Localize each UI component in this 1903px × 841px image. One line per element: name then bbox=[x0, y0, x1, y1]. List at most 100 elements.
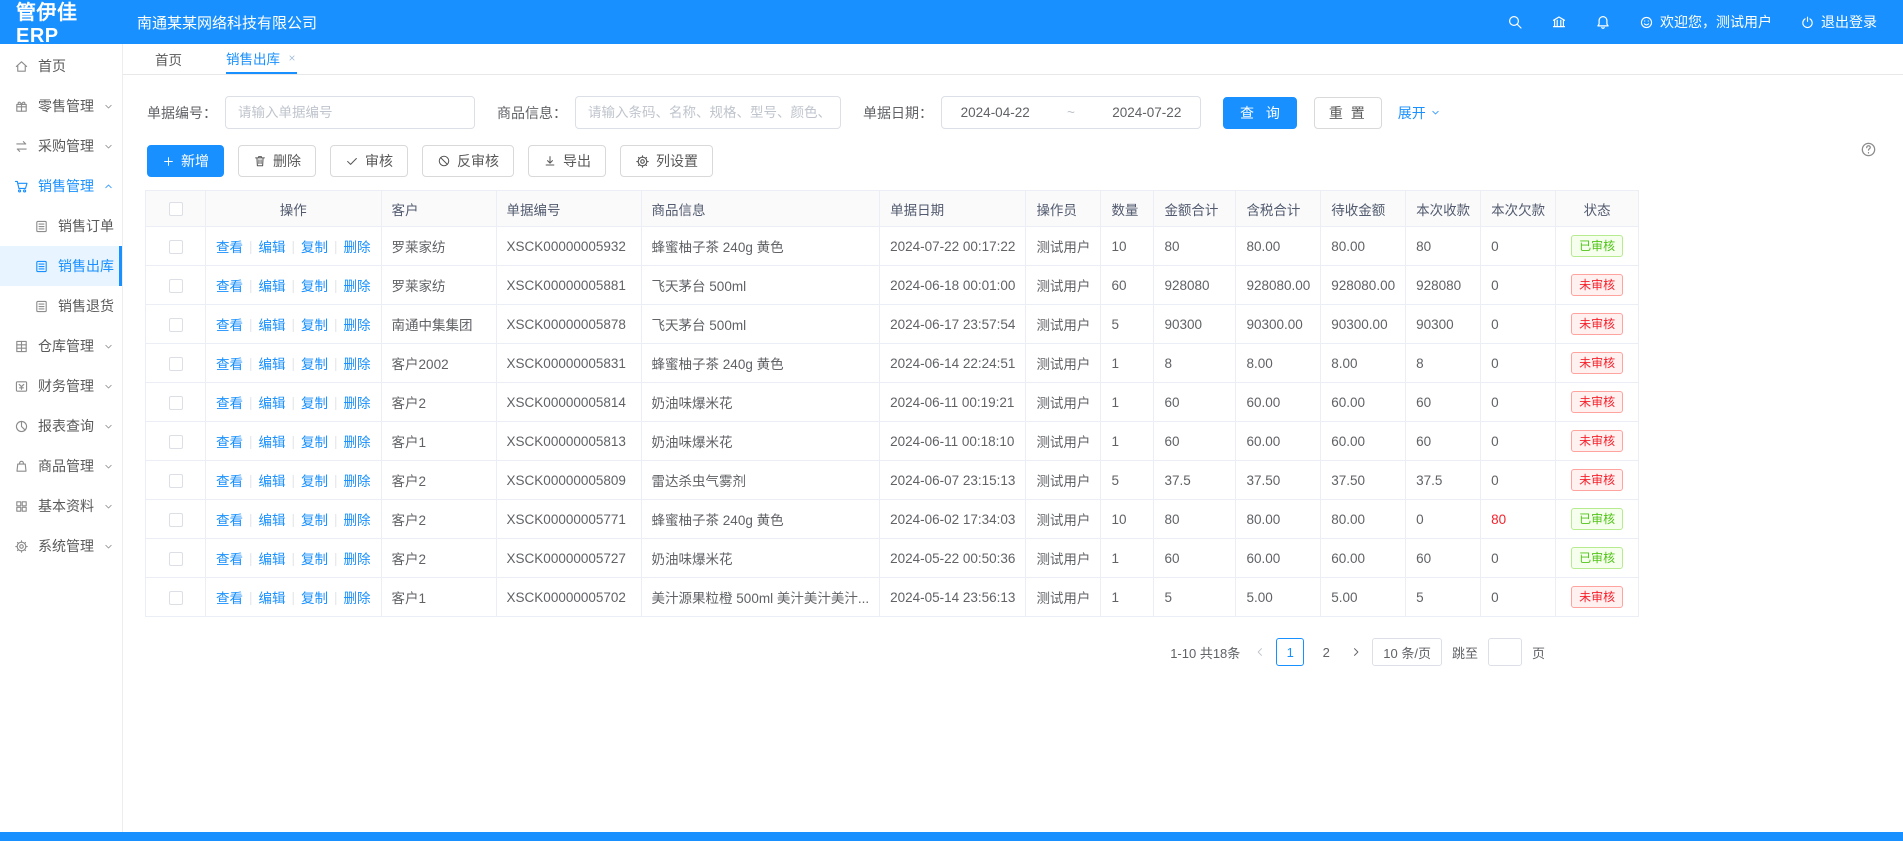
date-end[interactable]: 2024-07-22 bbox=[1112, 105, 1181, 120]
bank-icon[interactable] bbox=[1551, 14, 1567, 30]
sidebar-item-basic[interactable]: 基本资料 bbox=[0, 486, 122, 526]
sidebar-item-sales-return[interactable]: 销售退货 bbox=[0, 286, 122, 326]
sidebar-item-sales[interactable]: 销售管理 bbox=[0, 166, 122, 206]
view-link[interactable]: 查看 bbox=[210, 509, 249, 529]
row-checkbox[interactable] bbox=[169, 396, 183, 410]
page-size-select[interactable]: 10 条/页 bbox=[1372, 638, 1442, 666]
welcome-user[interactable]: 欢迎您，测试用户 bbox=[1639, 12, 1772, 32]
sidebar-item-home[interactable]: 首页 bbox=[0, 46, 122, 86]
search-icon[interactable] bbox=[1507, 14, 1523, 30]
view-link[interactable]: 查看 bbox=[210, 353, 249, 373]
view-link[interactable]: 查看 bbox=[210, 431, 249, 451]
view-link[interactable]: 查看 bbox=[210, 548, 249, 568]
edit-link[interactable]: 编辑 bbox=[253, 431, 292, 451]
date-start[interactable]: 2024-04-22 bbox=[961, 105, 1030, 120]
export-button[interactable]: 导出 bbox=[528, 145, 606, 177]
copy-link[interactable]: 复制 bbox=[295, 353, 334, 373]
close-icon[interactable] bbox=[287, 53, 297, 63]
unaudit-button[interactable]: 反审核 bbox=[422, 145, 514, 177]
sidebar-item-purchase[interactable]: 采购管理 bbox=[0, 126, 122, 166]
row-checkbox[interactable] bbox=[169, 552, 183, 566]
view-link[interactable]: 查看 bbox=[210, 587, 249, 607]
sidebar-item-label: 基本资料 bbox=[38, 496, 94, 516]
row-select-cell bbox=[146, 266, 206, 305]
view-link[interactable]: 查看 bbox=[210, 470, 249, 490]
delete-button[interactable]: 删除 bbox=[238, 145, 316, 177]
edit-link[interactable]: 编辑 bbox=[253, 275, 292, 295]
next-page-icon[interactable] bbox=[1350, 646, 1362, 658]
jump-page-input[interactable] bbox=[1488, 638, 1522, 666]
sidebar-item-report[interactable]: 报表查询 bbox=[0, 406, 122, 446]
copy-link[interactable]: 复制 bbox=[295, 392, 334, 412]
delete-link[interactable]: 删除 bbox=[338, 314, 377, 334]
sidebar-item-system[interactable]: 系统管理 bbox=[0, 526, 122, 566]
sidebar-item-retail[interactable]: 零售管理 bbox=[0, 86, 122, 126]
row-checkbox[interactable] bbox=[169, 591, 183, 605]
copy-link[interactable]: 复制 bbox=[295, 431, 334, 451]
edit-link[interactable]: 编辑 bbox=[253, 509, 292, 529]
delete-link[interactable]: 删除 bbox=[338, 548, 377, 568]
help-icon[interactable] bbox=[1860, 141, 1877, 158]
row-checkbox[interactable] bbox=[169, 474, 183, 488]
view-link[interactable]: 查看 bbox=[210, 392, 249, 412]
tab-home[interactable]: 首页 bbox=[155, 44, 182, 74]
date-range-picker[interactable]: 2024-04-22 ~ 2024-07-22 bbox=[941, 96, 1201, 129]
view-link[interactable]: 查看 bbox=[210, 275, 249, 295]
bell-icon[interactable] bbox=[1595, 14, 1611, 30]
query-button[interactable]: 查 询 bbox=[1223, 97, 1297, 129]
add-button[interactable]: 新增 bbox=[147, 145, 224, 177]
debt-cell: 0 bbox=[1481, 461, 1556, 500]
columns-button[interactable]: 列设置 bbox=[620, 145, 713, 177]
tab-sales-outbound[interactable]: 销售出库 bbox=[226, 44, 297, 74]
view-link[interactable]: 查看 bbox=[210, 236, 249, 256]
row-checkbox[interactable] bbox=[169, 435, 183, 449]
copy-link[interactable]: 复制 bbox=[295, 548, 334, 568]
copy-link[interactable]: 复制 bbox=[295, 236, 334, 256]
edit-link[interactable]: 编辑 bbox=[253, 587, 292, 607]
bill-no-input[interactable] bbox=[225, 96, 475, 129]
view-link[interactable]: 查看 bbox=[210, 314, 249, 334]
delete-link[interactable]: 删除 bbox=[338, 392, 377, 412]
edit-link[interactable]: 编辑 bbox=[253, 314, 292, 334]
row-checkbox[interactable] bbox=[169, 357, 183, 371]
delete-link[interactable]: 删除 bbox=[338, 470, 377, 490]
sidebar-item-product[interactable]: 商品管理 bbox=[0, 446, 122, 486]
row-checkbox[interactable] bbox=[169, 279, 183, 293]
expand-toggle[interactable]: 展开 bbox=[1398, 103, 1441, 123]
row-checkbox[interactable] bbox=[169, 513, 183, 527]
page-number-2[interactable]: 2 bbox=[1312, 638, 1340, 666]
debt-cell: 80 bbox=[1481, 500, 1556, 539]
bill-no-cell: XSCK00000005813 bbox=[496, 422, 641, 461]
column-header: 待收金额 bbox=[1321, 191, 1406, 227]
gear-icon bbox=[14, 539, 29, 554]
delete-link[interactable]: 删除 bbox=[338, 587, 377, 607]
reset-button[interactable]: 重 置 bbox=[1314, 97, 1382, 129]
row-checkbox[interactable] bbox=[169, 240, 183, 254]
delete-link[interactable]: 删除 bbox=[338, 509, 377, 529]
sidebar-item-sales-order[interactable]: 销售订单 bbox=[0, 206, 122, 246]
audit-button[interactable]: 审核 bbox=[330, 145, 408, 177]
sidebar-item-warehouse[interactable]: 仓库管理 bbox=[0, 326, 122, 366]
product-info-input[interactable] bbox=[575, 96, 841, 129]
delete-link[interactable]: 删除 bbox=[338, 275, 377, 295]
delete-link[interactable]: 删除 bbox=[338, 353, 377, 373]
copy-link[interactable]: 复制 bbox=[295, 470, 334, 490]
edit-link[interactable]: 编辑 bbox=[253, 353, 292, 373]
page-number-1[interactable]: 1 bbox=[1276, 638, 1304, 666]
delete-link[interactable]: 删除 bbox=[338, 431, 377, 451]
edit-link[interactable]: 编辑 bbox=[253, 470, 292, 490]
copy-link[interactable]: 复制 bbox=[295, 587, 334, 607]
sidebar-item-sales-outbound[interactable]: 销售出库 bbox=[0, 246, 122, 286]
edit-link[interactable]: 编辑 bbox=[253, 548, 292, 568]
sidebar-item-finance[interactable]: 财务管理 bbox=[0, 366, 122, 406]
prev-page-icon[interactable] bbox=[1254, 646, 1266, 658]
row-checkbox[interactable] bbox=[169, 318, 183, 332]
logout-button[interactable]: 退出登录 bbox=[1800, 12, 1877, 32]
copy-link[interactable]: 复制 bbox=[295, 275, 334, 295]
edit-link[interactable]: 编辑 bbox=[253, 236, 292, 256]
delete-link[interactable]: 删除 bbox=[338, 236, 377, 256]
edit-link[interactable]: 编辑 bbox=[253, 392, 292, 412]
copy-link[interactable]: 复制 bbox=[295, 509, 334, 529]
select-all-checkbox[interactable] bbox=[169, 202, 183, 216]
copy-link[interactable]: 复制 bbox=[295, 314, 334, 334]
